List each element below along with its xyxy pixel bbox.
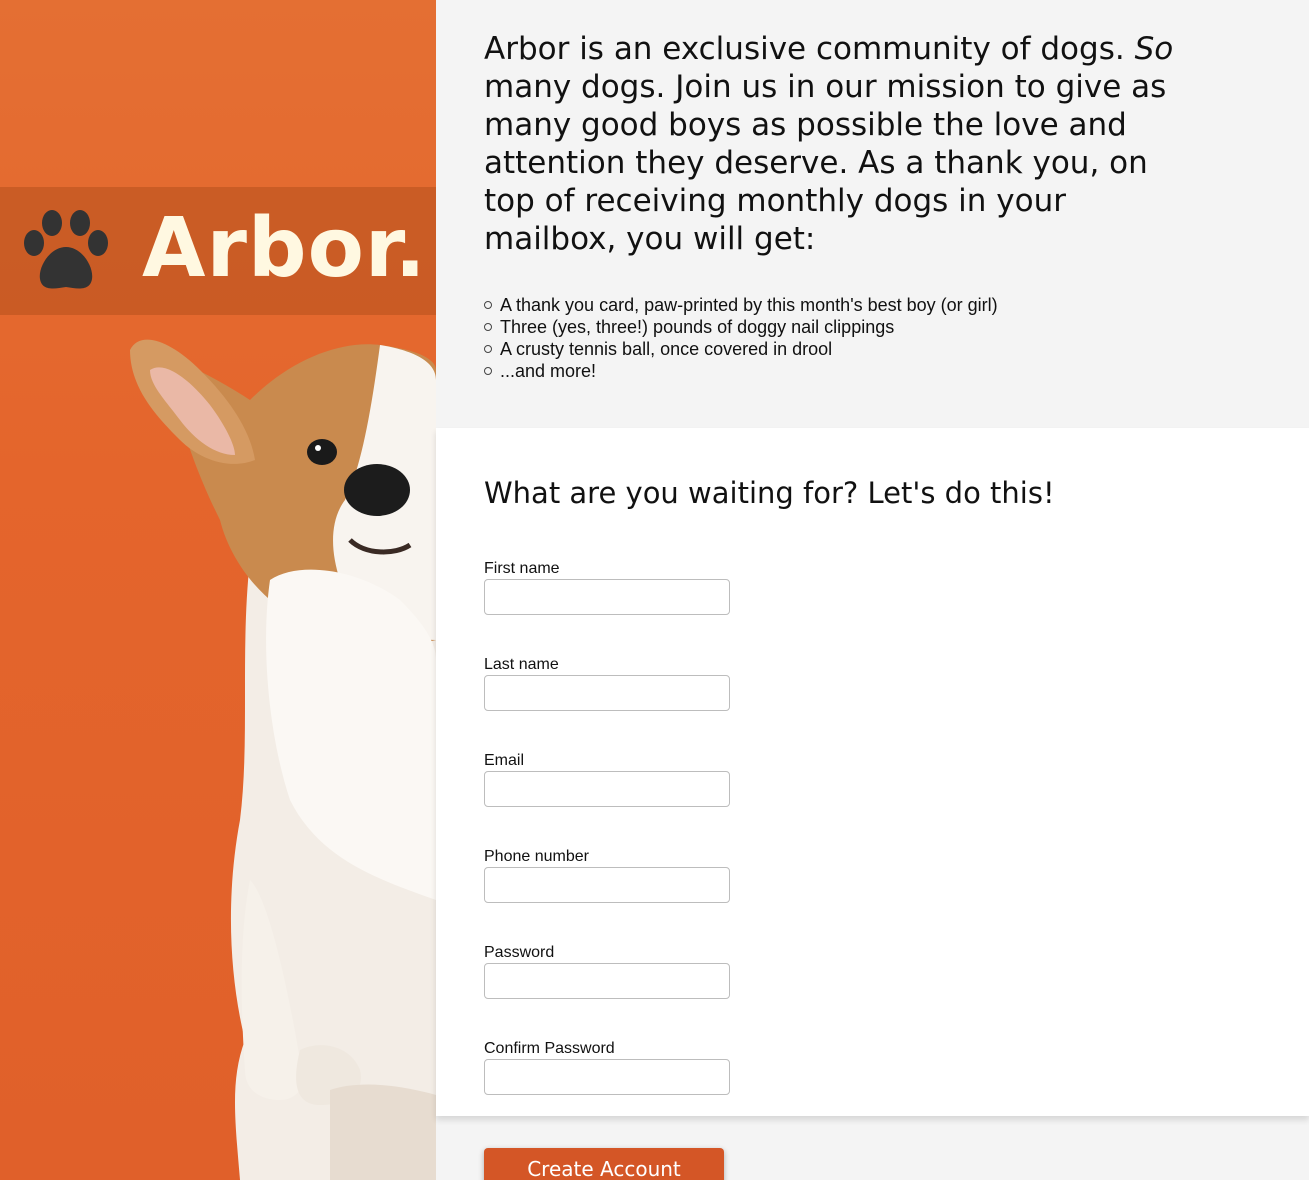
last-name-field-group: Last name bbox=[484, 656, 1261, 711]
intro-text-end: many dogs. Join us in our mission to giv… bbox=[484, 69, 1167, 257]
last-name-label: Last name bbox=[484, 656, 559, 673]
list-item: ...and more! bbox=[484, 360, 1261, 382]
create-account-button[interactable]: Create Account bbox=[484, 1148, 724, 1180]
last-name-input[interactable] bbox=[484, 675, 730, 711]
bullet-icon bbox=[484, 301, 492, 309]
intro-text-start: Arbor is an exclusive community of dogs. bbox=[484, 31, 1135, 67]
email-field-group: Email bbox=[484, 752, 1261, 807]
bullet-icon bbox=[484, 323, 492, 331]
intro-emphasis: So bbox=[1134, 31, 1174, 67]
password-input[interactable] bbox=[484, 963, 730, 999]
confirm-password-label: Confirm Password bbox=[484, 1040, 615, 1057]
perk-text: A thank you card, paw-printed by this mo… bbox=[500, 295, 998, 315]
list-item: Three (yes, three!) pounds of doggy nail… bbox=[484, 316, 1261, 338]
signup-form: What are you waiting for? Let's do this!… bbox=[436, 428, 1309, 1116]
phone-label: Phone number bbox=[484, 848, 589, 865]
list-item: A thank you card, paw-printed by this mo… bbox=[484, 294, 1261, 316]
phone-field-group: Phone number bbox=[484, 848, 1261, 903]
perks-list: A thank you card, paw-printed by this mo… bbox=[484, 294, 1261, 382]
paw-icon bbox=[24, 210, 108, 289]
email-input[interactable] bbox=[484, 771, 730, 807]
logo-band: Arbor. bbox=[0, 187, 436, 315]
corgi-puppy-image bbox=[130, 339, 436, 1180]
password-label: Password bbox=[484, 944, 555, 961]
first-name-field-group: First name bbox=[484, 560, 1261, 615]
hero-panel: Arbor. bbox=[0, 0, 436, 1180]
form-title: What are you waiting for? Let's do this! bbox=[484, 476, 1055, 510]
list-item: A crusty tennis ball, once covered in dr… bbox=[484, 338, 1261, 360]
brand-logo-text: Arbor. bbox=[142, 201, 427, 296]
intro-paragraph: Arbor is an exclusive community of dogs.… bbox=[484, 30, 1184, 258]
phone-input[interactable] bbox=[484, 867, 730, 903]
perk-text: A crusty tennis ball, once covered in dr… bbox=[500, 339, 833, 359]
intro-section: Arbor is an exclusive community of dogs.… bbox=[436, 0, 1309, 428]
perk-text: ...and more! bbox=[500, 361, 597, 381]
bullet-icon bbox=[484, 345, 492, 353]
first-name-label: First name bbox=[484, 560, 560, 577]
password-field-group: Password bbox=[484, 944, 1261, 999]
confirm-password-input[interactable] bbox=[484, 1059, 730, 1095]
bullet-icon bbox=[484, 367, 492, 375]
confirm-password-field-group: Confirm Password bbox=[484, 1040, 1261, 1095]
first-name-input[interactable] bbox=[484, 579, 730, 615]
perk-text: Three (yes, three!) pounds of doggy nail… bbox=[500, 317, 895, 337]
email-label: Email bbox=[484, 752, 525, 769]
